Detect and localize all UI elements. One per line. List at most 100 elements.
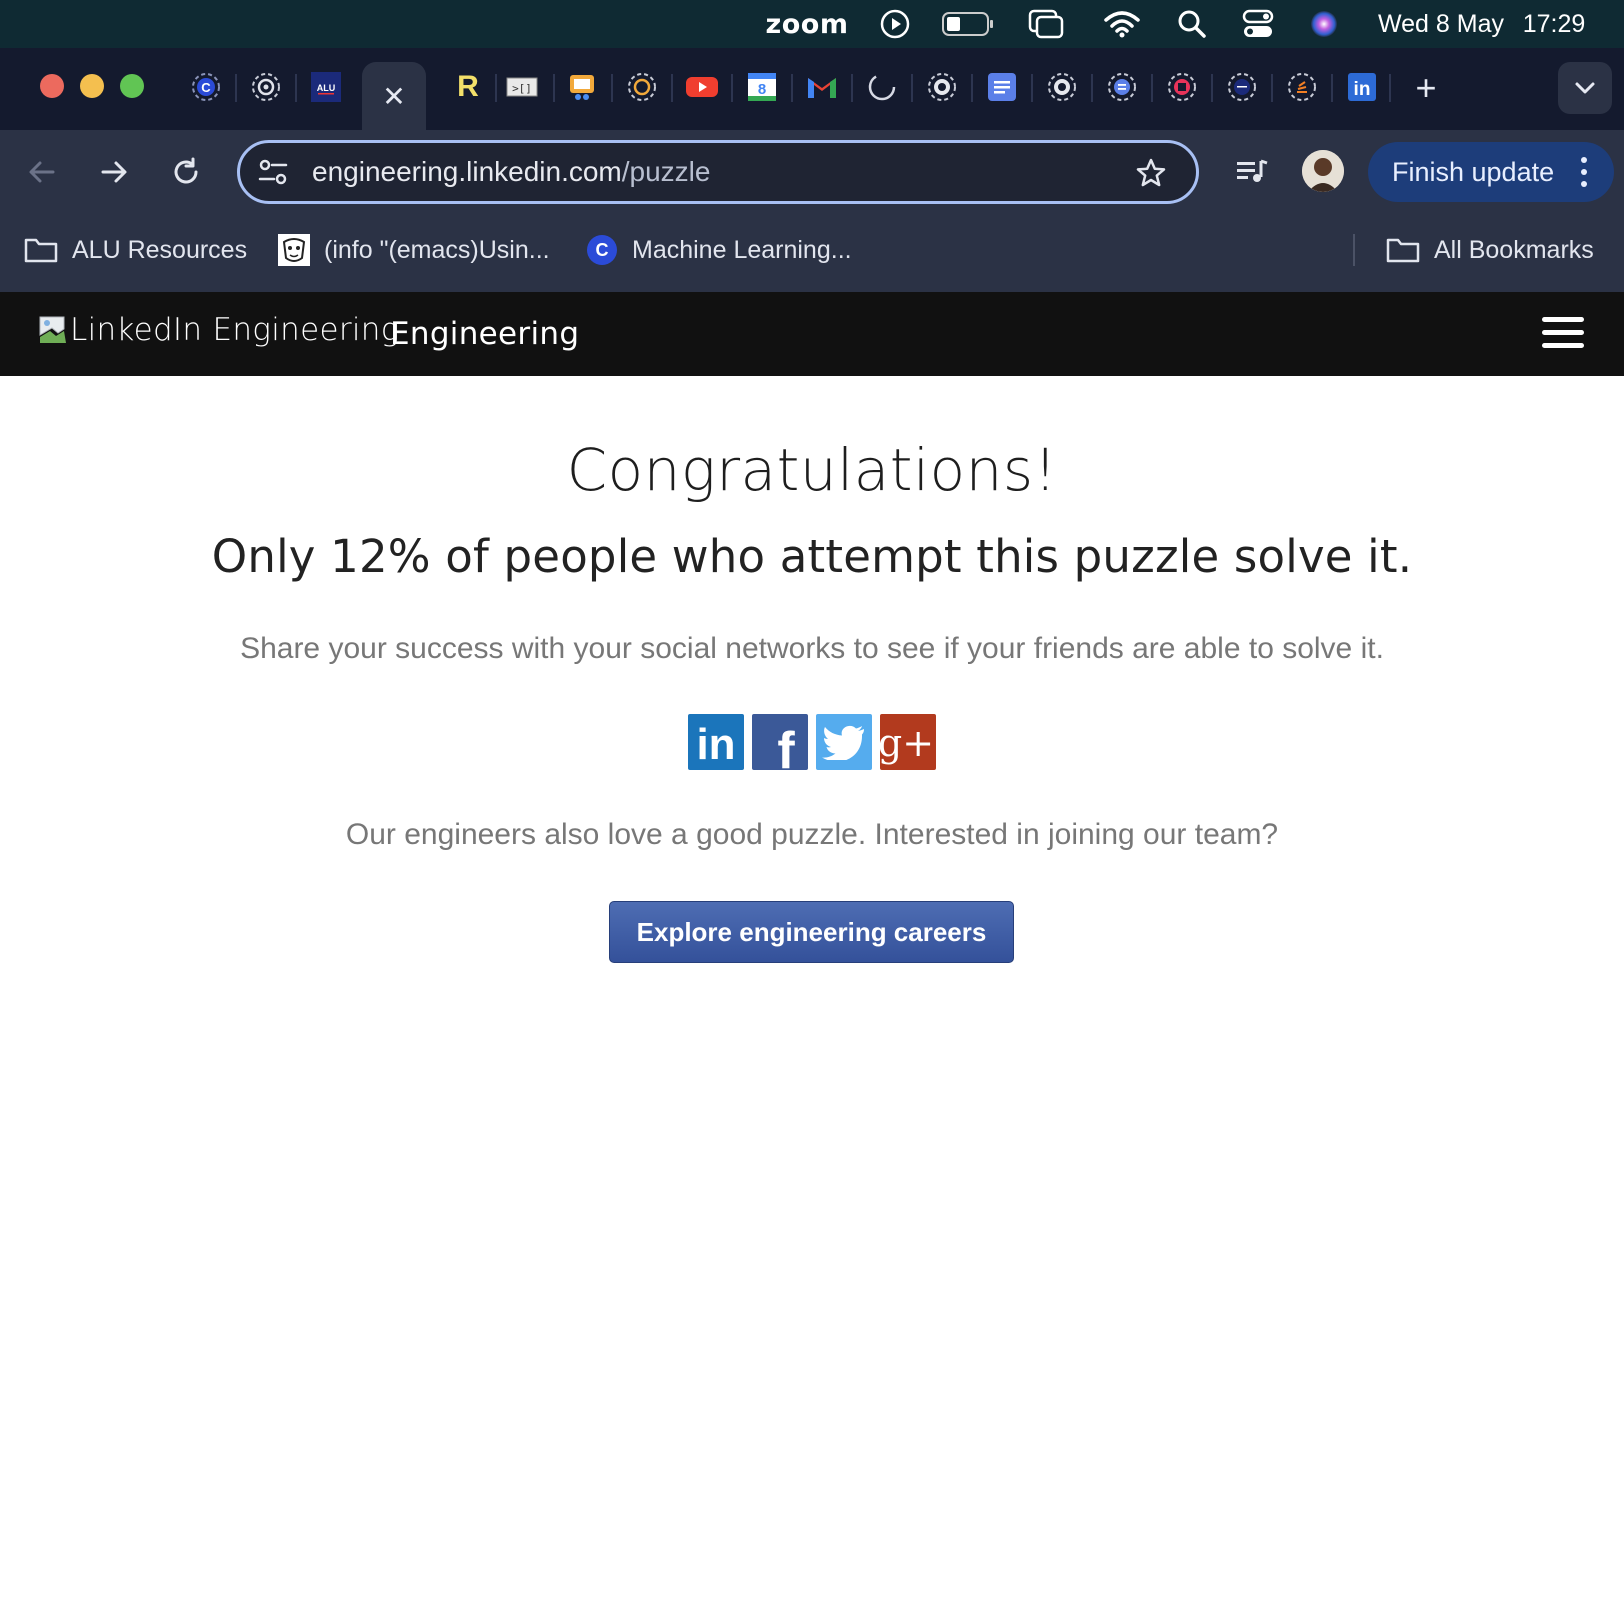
battery-icon[interactable] xyxy=(940,0,996,48)
tab-separator xyxy=(553,74,555,102)
tab-separator xyxy=(1389,74,1391,102)
site-settings-icon[interactable] xyxy=(258,158,288,191)
tab-separator xyxy=(1331,74,1333,102)
wifi-icon[interactable] xyxy=(1102,0,1142,48)
screen-mirror-icon[interactable] xyxy=(1026,0,1066,48)
bookmark-emacs-info[interactable]: (info "(emacs)Usin... xyxy=(278,214,550,286)
social-share-buttons: in f g+ xyxy=(688,714,936,770)
r-icon[interactable]: R xyxy=(452,70,484,103)
github-icon[interactable] xyxy=(926,71,958,103)
youtube-icon[interactable] xyxy=(686,71,718,103)
bookmark-alu-resources[interactable]: ALU Resources xyxy=(24,214,247,286)
careers-prompt: Our engineers also love a good puzzle. I… xyxy=(345,818,1279,851)
tab-separator xyxy=(731,74,733,102)
play-circle-icon[interactable] xyxy=(875,0,915,48)
bookmarks-divider xyxy=(1353,234,1355,266)
tab-separator xyxy=(235,74,237,102)
back-button[interactable] xyxy=(20,150,64,194)
google-plus-icon: g+ xyxy=(880,721,934,765)
bookmark-label: Machine Learning... xyxy=(632,235,852,264)
svg-text:C: C xyxy=(596,240,609,260)
app-icon[interactable] xyxy=(1166,71,1198,103)
share-prompt: Share your success with your social netw… xyxy=(240,632,1384,665)
svg-text:C: C xyxy=(201,80,211,95)
broken-image-icon xyxy=(38,315,68,345)
close-tab-icon[interactable]: ✕ xyxy=(382,80,405,113)
tab-separator xyxy=(495,74,497,102)
url-host: engineering.linkedin.com xyxy=(312,156,622,187)
url-text[interactable]: engineering.linkedin.com/puzzle xyxy=(312,143,710,201)
bookmark-label: (info "(emacs)Usin... xyxy=(324,235,550,264)
tab-separator xyxy=(851,74,853,102)
page-title: Congratulations! xyxy=(566,436,1058,504)
github-icon[interactable] xyxy=(1046,71,1078,103)
loading-icon[interactable] xyxy=(866,71,898,103)
folder-icon xyxy=(1386,236,1420,264)
all-bookmarks-button[interactable]: All Bookmarks xyxy=(1386,214,1594,286)
tab-separator xyxy=(911,74,913,102)
media-control-icon[interactable] xyxy=(1230,150,1274,194)
openai-icon[interactable] xyxy=(1106,71,1138,103)
forward-button[interactable] xyxy=(92,150,136,194)
openai-icon[interactable] xyxy=(626,71,658,103)
twitter-bird-icon xyxy=(822,725,864,760)
minimize-window-button[interactable] xyxy=(80,74,104,98)
site-header: LinkedIn Engineering Engineering xyxy=(0,292,1624,376)
gmail-icon[interactable] xyxy=(806,71,838,103)
more-menu-icon[interactable] xyxy=(1580,156,1588,195)
calendar-icon[interactable]: 8 xyxy=(746,71,778,103)
svg-text:f: f xyxy=(777,722,795,770)
site-logo[interactable]: LinkedIn Engineering xyxy=(38,310,400,350)
active-tab[interactable]: ✕ xyxy=(362,62,426,130)
new-tab-button[interactable]: + xyxy=(1406,67,1446,108)
reload-button[interactable] xyxy=(164,150,208,194)
search-icon[interactable] xyxy=(1172,0,1212,48)
google-plus-share-button[interactable]: g+ xyxy=(880,714,936,770)
menubar-time[interactable]: 17:29 xyxy=(1516,0,1592,48)
all-bookmarks-label: All Bookmarks xyxy=(1434,235,1594,264)
bookmark-star-icon[interactable] xyxy=(1135,157,1167,194)
hamburger-menu-icon[interactable] xyxy=(1542,317,1584,351)
alu-icon[interactable] xyxy=(1226,71,1258,103)
address-bar[interactable]: engineering.linkedin.com/puzzle xyxy=(237,140,1199,204)
tab-separator xyxy=(611,74,613,102)
menubar-date[interactable]: Wed 8 May xyxy=(1366,0,1516,48)
linkedin-share-button[interactable]: in xyxy=(688,714,744,770)
slides-icon[interactable] xyxy=(566,71,598,103)
svg-text:in: in xyxy=(696,720,735,769)
tab-separator xyxy=(1031,74,1033,102)
linkedin-icon[interactable]: in xyxy=(1346,71,1378,103)
close-window-button[interactable] xyxy=(40,74,64,98)
twitter-share-button[interactable] xyxy=(816,714,872,770)
explore-careers-button[interactable]: Explore engineering careers xyxy=(609,901,1014,963)
brand-name[interactable]: Engineering xyxy=(390,316,579,352)
avatar[interactable] xyxy=(1302,150,1344,192)
facebook-share-button[interactable]: f xyxy=(752,714,808,770)
tab-separator xyxy=(1271,74,1273,102)
finish-update-button[interactable]: Finish update xyxy=(1368,142,1614,202)
siri-icon[interactable] xyxy=(1304,0,1344,48)
bookmark-machine-learning[interactable]: C Machine Learning... xyxy=(586,214,852,286)
tab-separator xyxy=(295,74,297,102)
maximize-window-button[interactable] xyxy=(120,74,144,98)
bookmarks-bar: ALU Resources (info "(emacs)Usin... C Ma… xyxy=(0,214,1624,292)
tab-search-button[interactable] xyxy=(1558,62,1612,114)
tab-separator xyxy=(1091,74,1093,102)
openai-icon[interactable] xyxy=(250,71,282,103)
coursera-icon[interactable]: C xyxy=(190,71,222,103)
url-path: /puzzle xyxy=(621,156,711,187)
svg-text:>[]: >[] xyxy=(512,82,532,95)
control-center-icon[interactable] xyxy=(1238,0,1278,48)
alu-icon[interactable]: ALU xyxy=(310,71,342,103)
linkedin-icon: in xyxy=(696,720,735,769)
browser-toolbar: engineering.linkedin.com/puzzle Finish u… xyxy=(0,130,1624,214)
svg-text:8: 8 xyxy=(758,81,766,98)
chevron-down-icon xyxy=(1575,82,1595,94)
zoom-menu-item[interactable]: zoom xyxy=(762,0,852,48)
folder-icon xyxy=(24,236,58,264)
tab-separator xyxy=(1151,74,1153,102)
svg-text:g+: g+ xyxy=(880,721,934,765)
code-icon[interactable]: >[] xyxy=(506,71,538,103)
stackoverflow-icon[interactable] xyxy=(1286,71,1318,103)
docs-icon[interactable] xyxy=(986,71,1018,103)
